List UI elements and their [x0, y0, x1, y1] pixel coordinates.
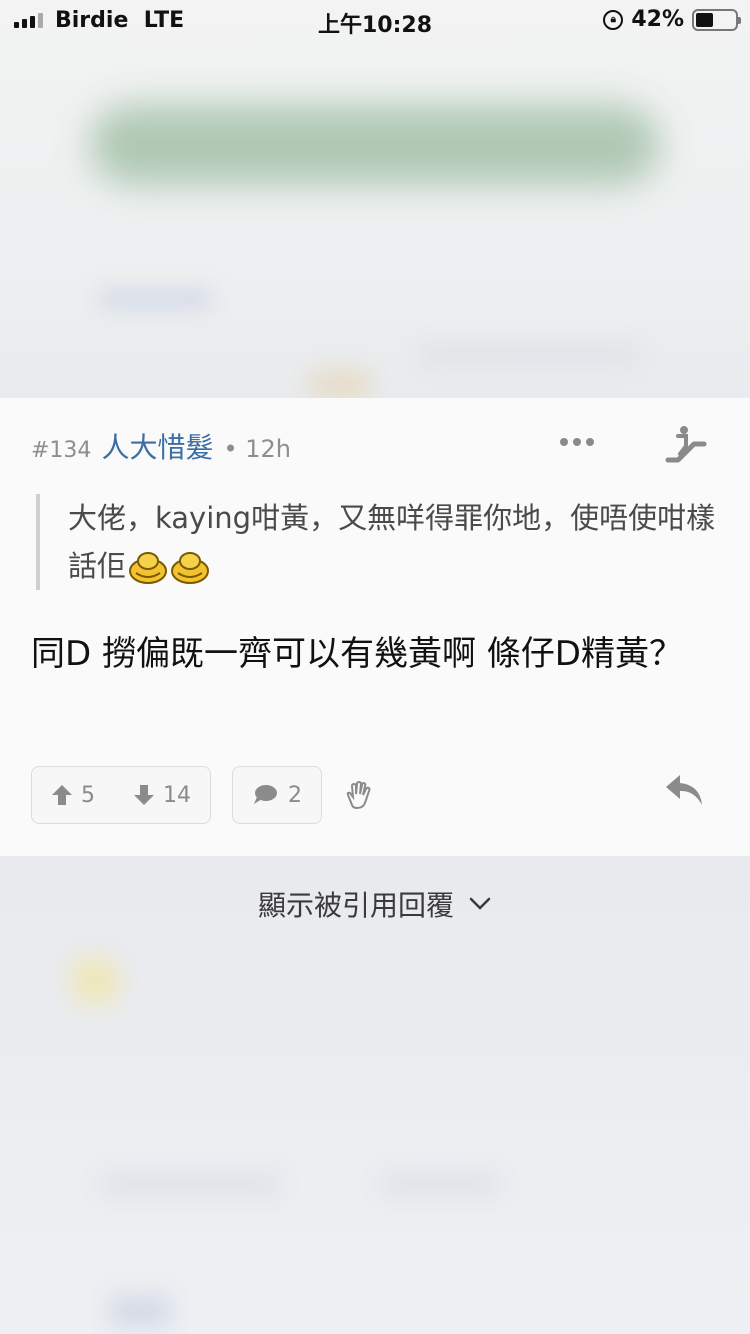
vote-box: 5 14 — [31, 766, 211, 824]
status-bar: Birdie LTE 上午10:28 🔒︎ 42% — [0, 0, 750, 40]
battery-percent: 42% — [631, 7, 684, 32]
arrow-up-icon — [52, 785, 72, 805]
upvote-button[interactable]: 5 — [51, 783, 95, 808]
emoji-icon — [171, 552, 210, 584]
show-quoted-replies-button[interactable]: 顯示被引用回覆 — [0, 884, 750, 924]
quoted-reply: 大佬，kaying咁黃，又無咩得罪你地，使唔使咁樣話佢 — [36, 494, 716, 590]
downvote-count: 14 — [163, 782, 191, 808]
escalator-icon[interactable] — [664, 424, 708, 464]
more-icon[interactable] — [560, 438, 594, 446]
arrow-down-icon — [134, 785, 154, 805]
post-body: 同D 撈偏既一齊可以有幾黃啊 條仔D精黃？ — [31, 634, 683, 674]
show-quoted-label: 顯示被引用回覆 — [257, 889, 454, 922]
hand-icon[interactable] — [344, 781, 372, 809]
downvote-button[interactable]: 14 — [133, 783, 191, 808]
upvote-count: 5 — [81, 782, 95, 808]
blurred-next-post — [0, 856, 750, 1334]
username-link[interactable]: 人大惜髮 — [101, 426, 213, 466]
comment-button[interactable]: 2 — [232, 766, 322, 824]
rotation-lock-icon: 🔒︎ — [603, 9, 624, 30]
reply-icon[interactable] — [664, 773, 704, 807]
emoji-icon — [129, 552, 168, 584]
comment-icon — [254, 785, 277, 804]
post-time: • 12h — [223, 435, 291, 463]
chevron-down-icon — [469, 897, 491, 910]
battery-icon — [692, 8, 741, 31]
blurred-previous-post — [0, 0, 750, 398]
post-number: #134 — [31, 438, 92, 463]
post-card: #134 人大惜髮 • 12h 大佬，kaying咁黃，又無咩得罪你地，使唔使咁… — [0, 398, 750, 856]
post-meta: #134 人大惜髮 • 12h — [31, 426, 291, 466]
comment-count: 2 — [288, 782, 302, 808]
